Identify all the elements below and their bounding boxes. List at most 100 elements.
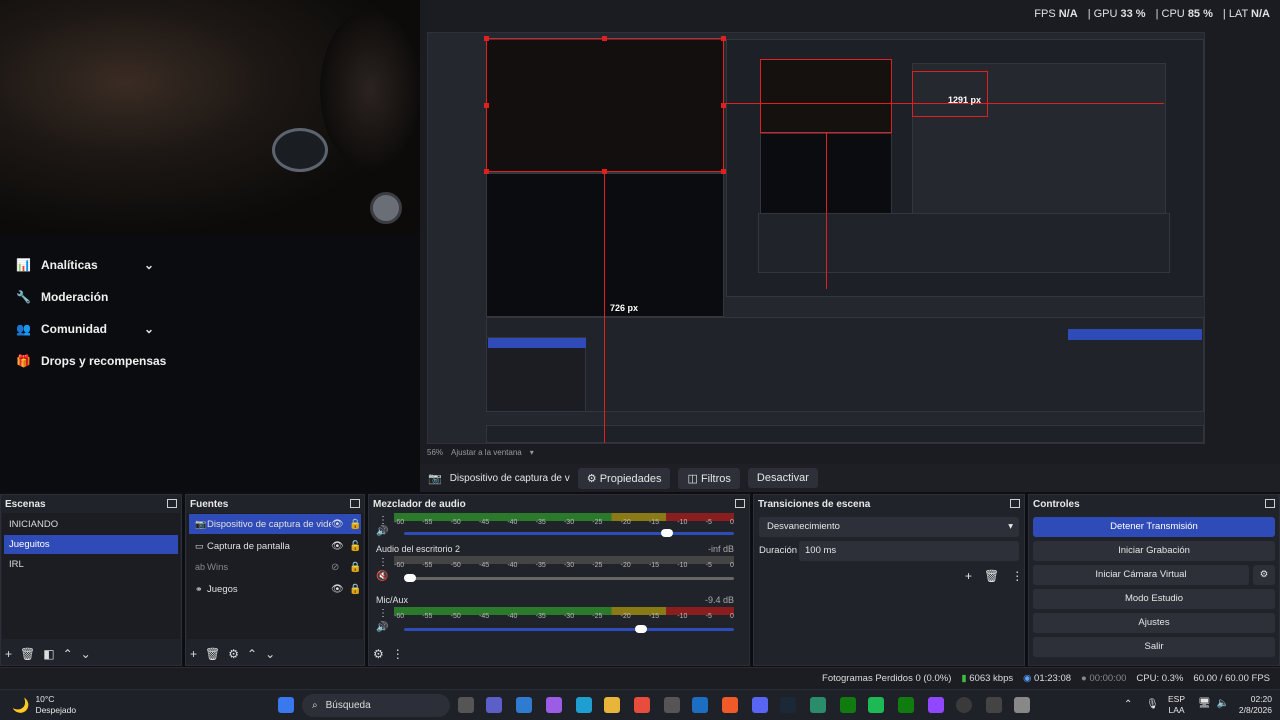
virtual-camera-settings-button[interactable]: ⚙ <box>1253 565 1275 585</box>
start-virtual-camera-button[interactable]: Iniciar Cámara Virtual <box>1033 565 1249 585</box>
start-recording-button[interactable]: Iniciar Grabación <box>1033 541 1275 561</box>
taskbar-search[interactable]: ⌕ Búsqueda <box>302 694 450 717</box>
menu-item-drops[interactable]: 🎁 Drops y recompensas <box>16 354 166 368</box>
app-icon[interactable] <box>1014 697 1030 713</box>
eye-icon[interactable]: 👁 <box>331 541 344 552</box>
chevron-down-icon[interactable]: ⌄ <box>144 322 154 336</box>
eye-icon[interactable]: 👁 <box>331 584 344 595</box>
twitch-icon[interactable] <box>928 697 944 713</box>
chevron-down-icon[interactable]: ▾ <box>530 448 534 457</box>
gift-icon: 🎁 <box>16 354 31 368</box>
add-icon[interactable]: + <box>5 647 12 661</box>
eye-icon[interactable]: 👁 <box>331 519 344 530</box>
steam-icon[interactable] <box>780 697 796 713</box>
menu-item-community[interactable]: 👥 Comunidad ⌄ <box>16 322 154 336</box>
trash-icon[interactable]: 🗑 <box>984 569 999 583</box>
kebab-menu-icon[interactable]: ⋮ <box>392 647 404 661</box>
volume-icon[interactable]: 🔊 <box>376 526 388 537</box>
studio-mode-button[interactable]: Modo Estudio <box>1033 589 1275 609</box>
trash-icon[interactable]: 🗑 <box>205 647 220 661</box>
start-icon[interactable] <box>278 697 294 713</box>
filter-icon[interactable]: ◧ <box>43 647 54 661</box>
lock-icon[interactable]: 🔒 <box>349 584 361 595</box>
kebab-menu-icon[interactable]: ⋮ <box>378 557 388 568</box>
clock[interactable]: 02:20 2/8/2026 <box>1232 694 1272 716</box>
volume-icon[interactable]: 🔊 <box>376 622 388 633</box>
teams-icon[interactable] <box>486 697 502 713</box>
gear-icon[interactable]: ⚙ <box>228 647 239 661</box>
discord-icon[interactable] <box>752 697 768 713</box>
system-tray[interactable]: 🖥 🔈 <box>1198 698 1229 709</box>
stop-streaming-button[interactable]: Detener Transmisión <box>1033 517 1275 537</box>
add-icon[interactable]: + <box>965 569 972 583</box>
properties-button[interactable]: ⚙ Propiedades <box>577 467 671 489</box>
duration-input[interactable]: 100 ms <box>799 541 1019 561</box>
transition-select[interactable]: Desvanecimiento ▾ <box>759 517 1019 537</box>
undock-icon[interactable] <box>1265 499 1275 508</box>
undock-icon[interactable] <box>735 499 745 508</box>
menu-item-analytics[interactable]: 📊 Analíticas ⌄ <box>16 258 154 272</box>
volume-slider[interactable] <box>404 529 734 537</box>
edge-icon[interactable] <box>576 697 592 713</box>
kebab-menu-icon[interactable]: ⋮ <box>378 515 388 526</box>
menu-item-moderation[interactable]: 🔧 Moderación <box>16 290 108 304</box>
chevron-up-icon[interactable]: ⌃ <box>1124 699 1132 710</box>
filters-button[interactable]: ◫ Filtros <box>678 467 740 489</box>
deactivate-button[interactable]: Desactivar <box>747 468 818 488</box>
file-explorer-icon[interactable] <box>604 697 620 713</box>
copilot-icon[interactable] <box>546 697 562 713</box>
camera-icon: 📷 <box>195 518 207 529</box>
gear-icon[interactable]: ⚙ <box>373 647 384 661</box>
undock-icon[interactable] <box>1010 499 1020 508</box>
undock-icon[interactable] <box>167 499 177 508</box>
lock-icon[interactable]: 🔒 <box>349 562 361 573</box>
source-item-capture-device[interactable]: 📷 Dispositivo de captura de video 👁 🔒 <box>189 514 361 534</box>
xbox-app-icon[interactable] <box>898 697 914 713</box>
brave-icon[interactable] <box>722 697 738 713</box>
speaker-icon: 🔈 <box>1216 698 1230 709</box>
store-icon[interactable] <box>664 697 680 713</box>
volume-slider[interactable] <box>404 574 734 582</box>
eye-hidden-icon[interactable]: ⊘ <box>331 562 339 573</box>
outlook-icon[interactable] <box>692 697 708 713</box>
arrow-up-icon[interactable]: ⌃ <box>247 647 257 661</box>
signal-icon: ▮ <box>961 673 967 684</box>
microphone-icon[interactable]: 🎙 <box>1146 699 1159 710</box>
preview-canvas[interactable]: 1291 px 726 px <box>427 32 1205 444</box>
chevron-down-icon[interactable]: ⌄ <box>144 258 154 272</box>
lock-icon[interactable]: 🔒 <box>349 519 361 530</box>
unlock-icon[interactable]: 🔓 <box>349 541 361 552</box>
weather-widget[interactable]: 🌙 10°C Despejado <box>12 694 76 716</box>
source-item-wins[interactable]: ab Wins ⊘ 🔒 <box>189 557 361 577</box>
scene-item-irl[interactable]: IRL <box>4 555 178 574</box>
scene-item-jueguitos[interactable]: Jueguitos <box>4 535 178 554</box>
undock-icon[interactable] <box>350 499 360 508</box>
trash-icon[interactable]: 🗑 <box>20 647 35 661</box>
app-icon[interactable] <box>986 697 1002 713</box>
spotify-icon[interactable] <box>868 697 884 713</box>
exit-button[interactable]: Salir <box>1033 637 1275 657</box>
settings-button[interactable]: Ajustes <box>1033 613 1275 633</box>
obs-icon[interactable] <box>956 697 972 713</box>
scene-item-iniciando[interactable]: INICIANDO <box>4 515 178 534</box>
chrome-icon[interactable] <box>634 697 650 713</box>
app-icon[interactable] <box>810 697 826 713</box>
kebab-menu-icon[interactable]: ⋮ <box>378 608 388 619</box>
kebab-menu-icon[interactable]: ⋮ <box>1011 569 1023 583</box>
xbox-icon[interactable] <box>840 697 856 713</box>
language-indicator[interactable]: ESP LAA <box>1168 694 1185 716</box>
task-view-icon[interactable] <box>458 697 474 713</box>
muted-icon[interactable]: 🔇 <box>376 571 388 582</box>
arrow-down-icon[interactable]: ⌄ <box>81 647 91 661</box>
app-icon[interactable] <box>516 697 532 713</box>
arrow-up-icon[interactable]: ⌃ <box>63 647 73 661</box>
add-icon[interactable]: + <box>190 647 197 661</box>
source-item-screen-capture[interactable]: ▭ Captura de pantalla 👁 🔓 <box>189 536 361 556</box>
selection-box[interactable] <box>486 38 724 172</box>
arrow-down-icon[interactable]: ⌄ <box>265 647 275 661</box>
pin-icon <box>272 128 328 172</box>
volume-slider[interactable] <box>404 625 734 633</box>
zoom-bar[interactable]: 56% Ajustar a la ventana ▾ <box>427 448 534 457</box>
sources-dock: Fuentes 📷 Dispositivo de captura de vide… <box>185 494 365 666</box>
source-item-juegos[interactable]: ⚭ Juegos 👁 🔒 <box>189 579 361 599</box>
